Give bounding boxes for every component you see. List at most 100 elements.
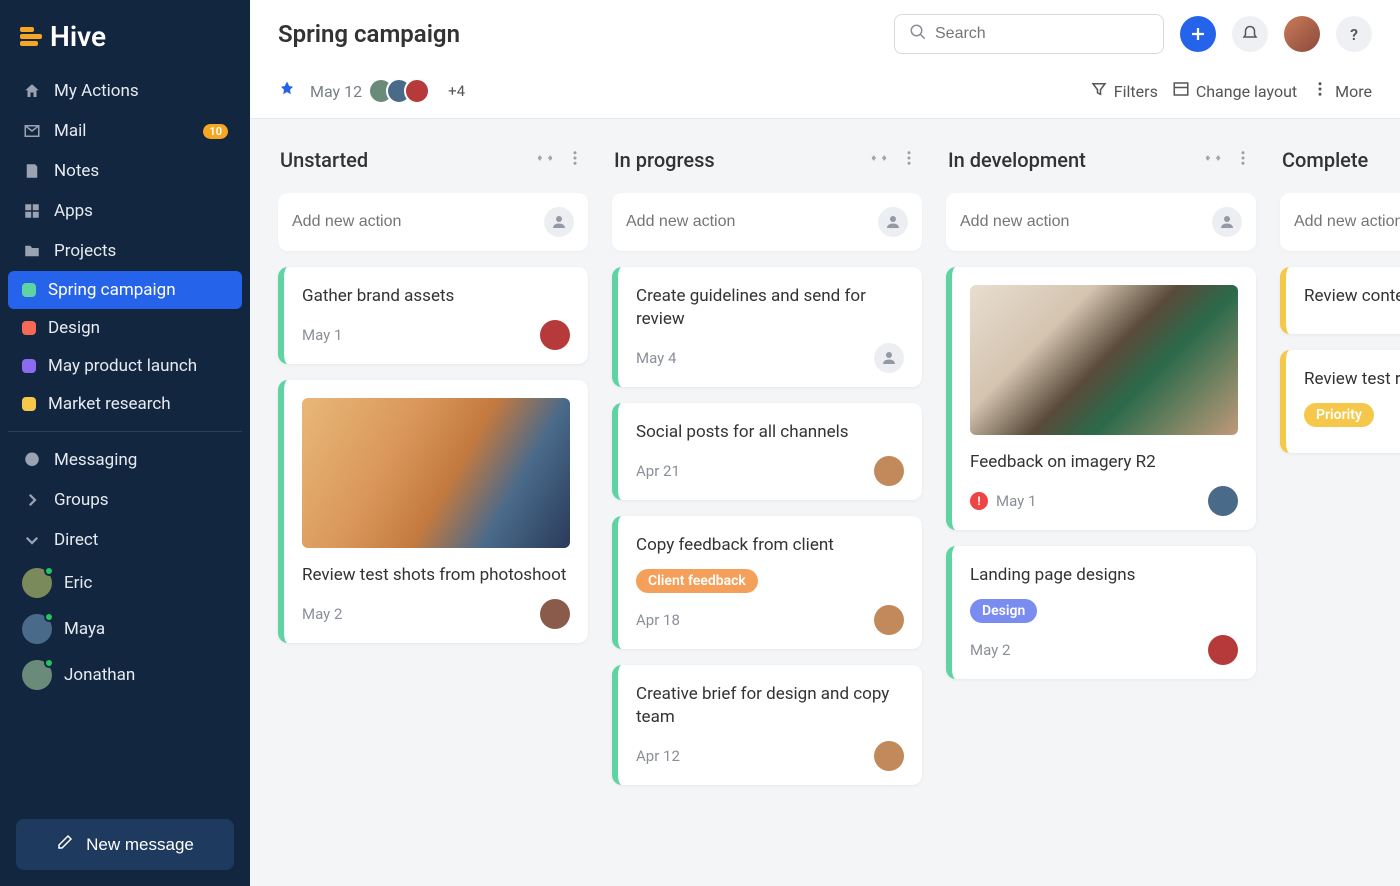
card[interactable]: Review test results Priority (1280, 350, 1400, 453)
main: Spring campaign ? May 12 +4 Filters (250, 0, 1400, 886)
dots-vertical-icon[interactable] (564, 147, 586, 173)
add-action-field[interactable] (292, 213, 534, 231)
help-button[interactable]: ? (1336, 16, 1372, 52)
card-tag: Priority (1304, 403, 1374, 427)
card-image (302, 398, 570, 548)
project-item-spring-campaign[interactable]: Spring campaign (8, 271, 242, 309)
user-avatar[interactable] (1284, 16, 1320, 52)
assignee-avatar[interactable] (1208, 635, 1238, 665)
unassigned-icon[interactable] (544, 207, 574, 237)
project-item-market-research[interactable]: Market research (8, 385, 242, 423)
search-input[interactable] (935, 25, 1149, 43)
board-column: In development Feedback on imagery R2!May… (946, 143, 1256, 862)
add-action-input[interactable] (278, 193, 588, 251)
app-name: Hive (50, 20, 106, 53)
sidebar-item-my-actions[interactable]: My Actions (8, 71, 242, 111)
card-title: Create guidelines and send for review (636, 285, 904, 331)
card[interactable]: Gather brand assetsMay 1 (278, 267, 588, 364)
expand-icon[interactable] (1202, 147, 1224, 173)
sidebar-item-label: Notes (54, 161, 99, 181)
column-header: In progress (612, 143, 922, 177)
dm-item-maya[interactable]: Maya (8, 606, 242, 652)
expand-icon[interactable] (534, 147, 556, 173)
card[interactable]: Create guidelines and send for review May… (612, 267, 922, 387)
card-image (970, 285, 1238, 435)
sidebar-item-label: Apps (54, 201, 93, 221)
project-item-may-product-launch[interactable]: May product launch (8, 347, 242, 385)
project-swatch (22, 321, 36, 335)
assignee-avatar[interactable] (1208, 486, 1238, 516)
card[interactable]: Landing page designsDesignMay 2 (946, 546, 1256, 679)
member-stack[interactable] (376, 78, 430, 104)
card[interactable]: Creative brief for design and copy teamA… (612, 665, 922, 785)
filters-button[interactable]: Filters (1090, 80, 1158, 102)
new-message-button[interactable]: New message (16, 819, 234, 870)
card-title: Gather brand assets (302, 285, 570, 308)
sidebar-item-projects[interactable]: Projects (8, 231, 242, 271)
dm-label: Eric (64, 573, 92, 593)
sidebar-item-groups[interactable]: Groups (8, 480, 242, 520)
card-title: Review test results (1304, 368, 1400, 391)
search-icon (909, 23, 927, 45)
column-title: In development (948, 148, 1086, 172)
board[interactable]: UnstartedGather brand assetsMay 1Review … (250, 119, 1400, 886)
expand-icon[interactable] (868, 147, 890, 173)
filter-icon (1090, 80, 1108, 102)
sidebar-footer: New message (0, 803, 250, 886)
card-tag: Design (970, 599, 1037, 623)
sidebar-item-notes[interactable]: Notes (8, 151, 242, 191)
assignee-avatar[interactable] (874, 605, 904, 635)
dm-item-eric[interactable]: Eric (8, 560, 242, 606)
column-header: In development (946, 143, 1256, 177)
column-header: Complete (1280, 143, 1400, 177)
assignee-avatar[interactable] (874, 741, 904, 771)
card-date: May 4 (636, 349, 676, 367)
add-action-input[interactable] (946, 193, 1256, 251)
member-overflow[interactable]: +4 (448, 82, 465, 100)
sidebar-item-messaging[interactable]: Messaging (8, 440, 242, 480)
sidebar-item-direct[interactable]: Direct (8, 520, 242, 560)
unassigned-icon[interactable] (874, 343, 904, 373)
change-layout-button[interactable]: Change layout (1172, 80, 1297, 102)
dm-item-jonathan[interactable]: Jonathan (8, 652, 242, 698)
home-icon (22, 82, 42, 100)
project-item-design[interactable]: Design (8, 309, 242, 347)
sidebar-item-apps[interactable]: Apps (8, 191, 242, 231)
assignee-avatar[interactable] (874, 456, 904, 486)
card[interactable]: Copy feedback from clientClient feedback… (612, 516, 922, 649)
notifications-button[interactable] (1232, 16, 1268, 52)
pin-icon[interactable] (278, 80, 296, 102)
card[interactable]: Social posts for all channelsApr 21 (612, 403, 922, 500)
add-action-field[interactable] (960, 213, 1202, 231)
unassigned-icon[interactable] (878, 207, 908, 237)
dots-vertical-icon[interactable] (1232, 147, 1254, 173)
add-button[interactable] (1180, 16, 1216, 52)
card[interactable]: Review content strategy (1280, 267, 1400, 334)
filters-label: Filters (1114, 82, 1158, 101)
board-column: In progress Create guidelines and send fo… (612, 143, 922, 862)
sidebar-item-label: Groups (54, 490, 109, 510)
assignee-avatar[interactable] (540, 599, 570, 629)
assignee-avatar[interactable] (540, 320, 570, 350)
card-date: May 1 (996, 492, 1036, 510)
logo-icon (20, 27, 42, 46)
card[interactable]: Feedback on imagery R2!May 1 (946, 267, 1256, 530)
logo[interactable]: Hive (0, 0, 250, 71)
add-action-input[interactable] (1280, 193, 1400, 251)
add-action-input[interactable] (612, 193, 922, 251)
page-title: Spring campaign (278, 20, 460, 48)
topbar: Spring campaign ? (250, 0, 1400, 68)
sidebar-item-label: Projects (54, 241, 116, 261)
add-action-field[interactable] (626, 213, 868, 231)
card[interactable]: Review test shots from photoshootMay 2 (278, 380, 588, 643)
add-action-field[interactable] (1294, 213, 1400, 231)
sidebar-item-label: My Actions (54, 81, 139, 101)
unassigned-icon[interactable] (1212, 207, 1242, 237)
project-label: Spring campaign (48, 280, 176, 300)
dots-vertical-icon[interactable] (898, 147, 920, 173)
project-swatch (22, 283, 36, 297)
sidebar-item-mail[interactable]: Mail 10 (8, 111, 242, 151)
search-box[interactable] (894, 14, 1164, 54)
more-button[interactable]: More (1311, 80, 1372, 102)
apps-icon (22, 202, 42, 220)
